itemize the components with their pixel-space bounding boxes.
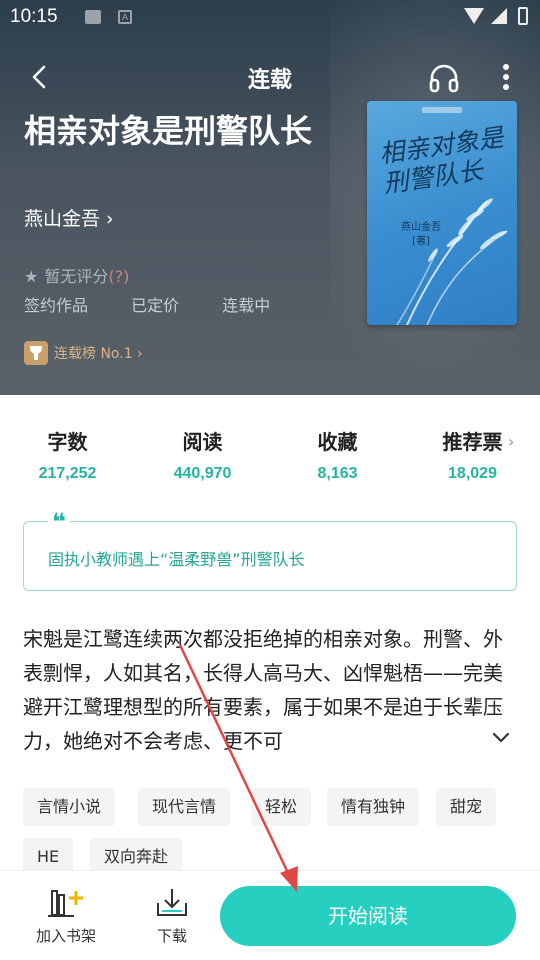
- chevron-down-icon[interactable]: [491, 728, 511, 748]
- bottom-action-bar: 加入书架 下载 开始阅读: [0, 870, 540, 960]
- start-reading-button[interactable]: 开始阅读: [220, 886, 516, 946]
- status-time: 10:15: [10, 6, 58, 27]
- tag[interactable]: 现代言情: [138, 788, 231, 826]
- stats-row: 字数 217,252 阅读 440,970 收藏 8,163 推荐票 18,02…: [0, 416, 540, 496]
- book-meta: 签约作品 已定价 连载中: [24, 292, 308, 316]
- tag[interactable]: 甜宠: [436, 788, 497, 826]
- tag[interactable]: 言情小说: [23, 788, 116, 826]
- book-title: 相亲对象是刑警队长: [24, 112, 313, 150]
- book-header: 10:15 A 连载 相亲对象是刑警队长 燕山金吾 › ★ 暂无评分(?) 签约作…: [0, 0, 540, 395]
- chevron-right-icon[interactable]: ›: [508, 432, 514, 451]
- stat-value: 8,163: [317, 465, 358, 482]
- cover-author: 燕山金吾 [著]: [401, 221, 441, 249]
- rating-text: 暂无评分: [44, 267, 109, 286]
- rating-help[interactable]: (?): [108, 267, 129, 286]
- signal-icon: [491, 8, 507, 24]
- image-notification-icon: [85, 10, 101, 24]
- quote-icon: ❝: [48, 508, 71, 536]
- cover-author-name: 燕山金吾: [401, 222, 441, 233]
- headphone-icon[interactable]: [428, 62, 460, 94]
- meta-signed: 签约作品: [24, 296, 89, 315]
- add-bookshelf-icon: [48, 890, 83, 917]
- stat-reads: 阅读 440,970: [135, 426, 270, 483]
- stat-label: 推荐票: [442, 430, 503, 454]
- stat-label: 阅读: [182, 430, 223, 454]
- stat-label: 字数: [47, 430, 88, 454]
- book-cover[interactable]: 相亲对象是刑警队长 燕山金吾 [著]: [367, 101, 517, 325]
- author-link[interactable]: 燕山金吾 ›: [24, 204, 114, 231]
- trophy-icon: [24, 341, 48, 365]
- stat-label: 收藏: [317, 430, 358, 454]
- status-bar: 10:15 A: [0, 0, 540, 36]
- tagline-text: 固执小教师遇上“温柔野兽”刑警队长: [48, 550, 305, 569]
- download-icon: [157, 889, 187, 916]
- meta-status: 连载中: [222, 296, 271, 315]
- rank-badge[interactable]: 连载榜 No.1 ›: [24, 341, 143, 365]
- meta-priced: 已定价: [131, 296, 180, 315]
- stat-favorites: 收藏 8,163: [270, 426, 405, 483]
- stat-value: 217,252: [38, 465, 97, 482]
- book-synopsis[interactable]: 宋魁是江鹭连续两次都没拒绝掉的相亲对象。刑警、外表剽悍，人如其名，长得人高马大、…: [23, 622, 503, 758]
- star-icon: ★: [24, 267, 39, 286]
- stat-value: 440,970: [173, 465, 232, 482]
- top-nav: 连载: [0, 50, 540, 106]
- more-icon[interactable]: [496, 62, 516, 92]
- add-shelf-label: 加入书架: [36, 927, 97, 945]
- battery-icon: [518, 7, 528, 25]
- wifi-icon: [464, 8, 484, 24]
- add-to-shelf-button[interactable]: 加入书架: [36, 887, 96, 946]
- tag[interactable]: 情有独钟: [327, 788, 420, 826]
- stat-value: 18,029: [448, 465, 497, 482]
- download-button[interactable]: 下载: [152, 887, 192, 946]
- rating: ★ 暂无评分(?): [24, 263, 129, 287]
- cover-author-suffix: [著]: [412, 236, 430, 247]
- rank-text: 连载榜 No.1 ›: [54, 346, 143, 362]
- tagline-box: ❝ 固执小教师遇上“温柔野兽”刑警队长: [23, 508, 517, 591]
- a-notification-icon: A: [118, 10, 132, 24]
- stat-word-count: 字数 217,252: [0, 426, 135, 483]
- tag[interactable]: 轻松: [251, 788, 312, 826]
- download-label: 下载: [156, 927, 187, 945]
- stat-recommend-tickets[interactable]: 推荐票 18,029: [405, 426, 540, 483]
